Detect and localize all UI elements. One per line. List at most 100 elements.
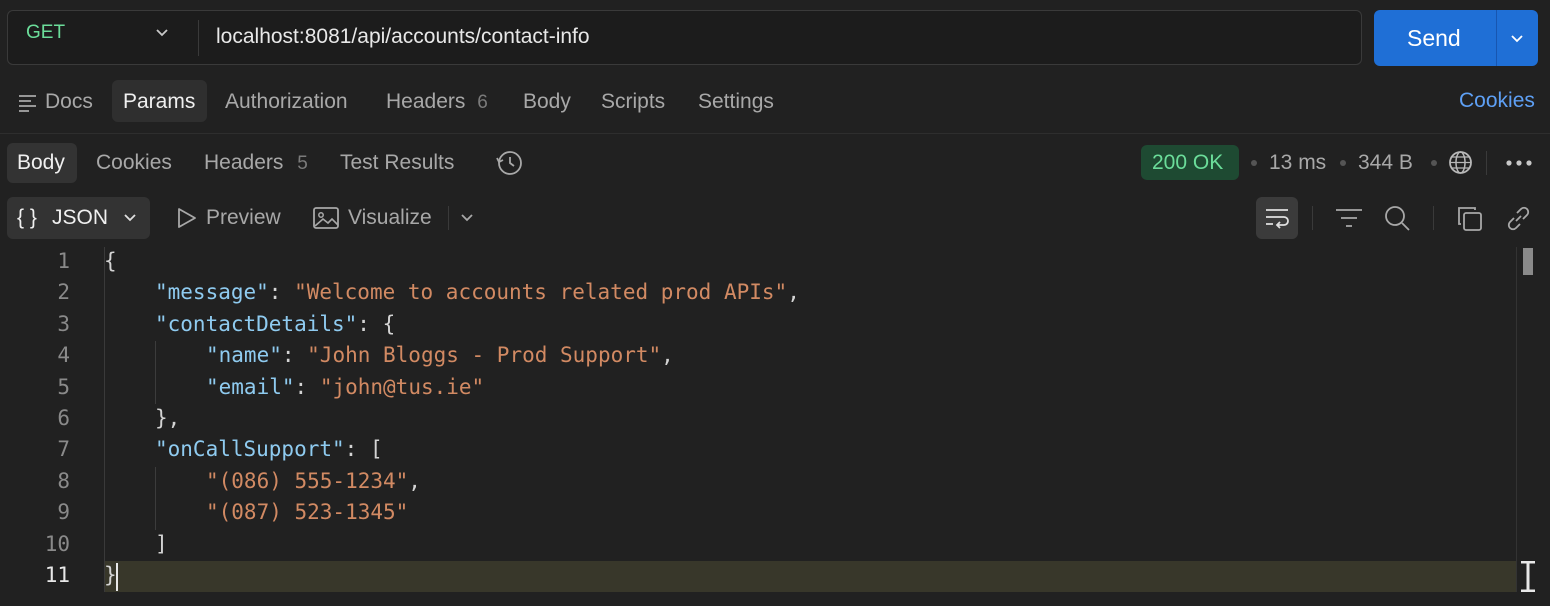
response-tab-body[interactable]: Body — [17, 151, 65, 175]
code-line: { — [104, 249, 117, 273]
more-options-icon[interactable] — [1505, 153, 1533, 173]
tab-headers[interactable]: Headers 6 — [386, 90, 488, 114]
json-punctuation: : — [268, 280, 295, 305]
copy-icon[interactable] — [1456, 205, 1483, 232]
docs-icon[interactable] — [18, 92, 38, 112]
json-string: "(087) 523-1345" — [206, 500, 409, 525]
send-options-chevron-icon[interactable] — [1509, 30, 1525, 46]
json-key: "email" — [206, 374, 295, 399]
tab-headers-count: 6 — [477, 92, 488, 113]
tab-authorization[interactable]: Authorization — [225, 90, 348, 114]
cookies-link[interactable]: Cookies — [1459, 89, 1535, 113]
line-number: 2 — [57, 280, 70, 305]
code-line: "onCallSupport": [ — [155, 437, 383, 461]
link-icon[interactable] — [1505, 205, 1532, 232]
status-text: 200 OK — [1152, 151, 1224, 174]
json-punctuation: : — [281, 343, 308, 368]
search-icon[interactable] — [1383, 204, 1411, 232]
globe-icon[interactable] — [1448, 150, 1473, 175]
json-punctuation: { — [104, 249, 117, 273]
tab-scripts[interactable]: Scripts — [601, 90, 665, 114]
json-key: "onCallSupport" — [155, 437, 345, 462]
json-key: "message" — [155, 280, 269, 305]
scrollbar-track — [1516, 247, 1517, 592]
tab-docs[interactable]: Docs — [45, 90, 93, 114]
code-line: "email": "john@tus.ie" — [206, 375, 484, 399]
visualize-button[interactable]: Visualize — [348, 206, 432, 230]
json-string: "(086) 555-1234" — [206, 468, 409, 493]
chevron-down-icon[interactable] — [458, 209, 476, 227]
line-number: 5 — [57, 374, 70, 399]
json-key: "contactDetails" — [155, 311, 358, 336]
json-punctuation: }, — [155, 406, 181, 430]
filter-icon[interactable] — [1335, 207, 1363, 229]
braces-icon: { } — [17, 206, 37, 229]
divider — [448, 206, 449, 230]
json-string: "John Bloggs - Prod Support" — [307, 343, 662, 368]
separator-dot — [1431, 160, 1437, 166]
code-line: "name": "John Bloggs - Prod Support", — [206, 343, 674, 367]
separator-dot — [1340, 160, 1346, 166]
format-label: JSON — [52, 206, 109, 229]
wrap-icon[interactable] — [1264, 206, 1290, 230]
line-number: 4 — [57, 343, 70, 368]
line-number: 7 — [57, 437, 70, 462]
indent-guide — [155, 341, 156, 404]
method-select[interactable]: GET — [26, 22, 65, 44]
code-line: "message": "Welcome to accounts related … — [155, 280, 800, 304]
send-label[interactable]: Send — [1407, 25, 1461, 52]
tab-settings[interactable]: Settings — [698, 90, 774, 114]
code-line: "(086) 555-1234", — [206, 469, 421, 493]
editor-gutter-line — [104, 247, 105, 592]
line-number: 3 — [57, 311, 70, 336]
code-line: }, — [155, 406, 180, 430]
line-number: 10 — [44, 531, 70, 556]
chevron-down-icon[interactable] — [152, 22, 172, 42]
line-number: 9 — [57, 500, 70, 525]
json-punctuation: , — [787, 280, 800, 305]
send-divider — [1496, 10, 1497, 66]
divider — [1433, 206, 1434, 230]
response-tab-headers-label: Headers — [204, 151, 284, 174]
line-number: 1 — [57, 249, 70, 273]
separator-dot — [1251, 160, 1257, 166]
json-string: "john@tus.ie" — [319, 374, 485, 399]
tab-body[interactable]: Body — [523, 90, 571, 114]
divider — [198, 20, 199, 56]
image-icon[interactable] — [313, 206, 339, 230]
play-icon[interactable] — [175, 206, 199, 230]
code-line: "contactDetails": { — [155, 312, 395, 336]
scrollbar-thumb[interactable] — [1523, 248, 1533, 275]
json-punctuation: , — [408, 468, 421, 493]
line-number: 11 — [44, 563, 70, 587]
url-input[interactable]: localhost:8081/api/accounts/contact-info — [216, 25, 590, 49]
divider — [1312, 206, 1313, 230]
line-number: 6 — [57, 406, 70, 430]
json-punctuation: } — [104, 563, 117, 587]
json-punctuation: : — [294, 374, 320, 399]
response-tab-headers[interactable]: Headers 5 — [204, 151, 308, 175]
code-line: "(087) 523-1345" — [206, 500, 408, 524]
text-cursor-icon — [1519, 561, 1537, 592]
history-icon[interactable] — [495, 149, 523, 177]
section-divider — [0, 133, 1550, 134]
code-line: } — [104, 563, 117, 587]
json-punctuation: : [ — [344, 437, 383, 462]
tab-headers-label: Headers — [386, 90, 466, 113]
response-size: 344 B — [1358, 151, 1413, 174]
line-number: 8 — [57, 468, 70, 493]
response-tab-test-results[interactable]: Test Results — [340, 151, 454, 175]
divider — [1486, 151, 1487, 175]
indent-guide — [155, 467, 156, 530]
code-line: ] — [155, 532, 168, 556]
response-tab-headers-count: 5 — [297, 153, 308, 174]
url-bar — [7, 10, 1362, 65]
chevron-down-icon[interactable] — [121, 209, 139, 227]
json-punctuation: , — [661, 343, 674, 368]
response-tab-cookies[interactable]: Cookies — [96, 151, 172, 175]
tab-params[interactable]: Params — [123, 90, 195, 114]
preview-button[interactable]: Preview — [206, 206, 281, 230]
response-time: 13 ms — [1269, 151, 1327, 174]
current-line-highlight — [104, 561, 1516, 592]
json-string: "Welcome to accounts related prod APIs" — [294, 280, 788, 305]
